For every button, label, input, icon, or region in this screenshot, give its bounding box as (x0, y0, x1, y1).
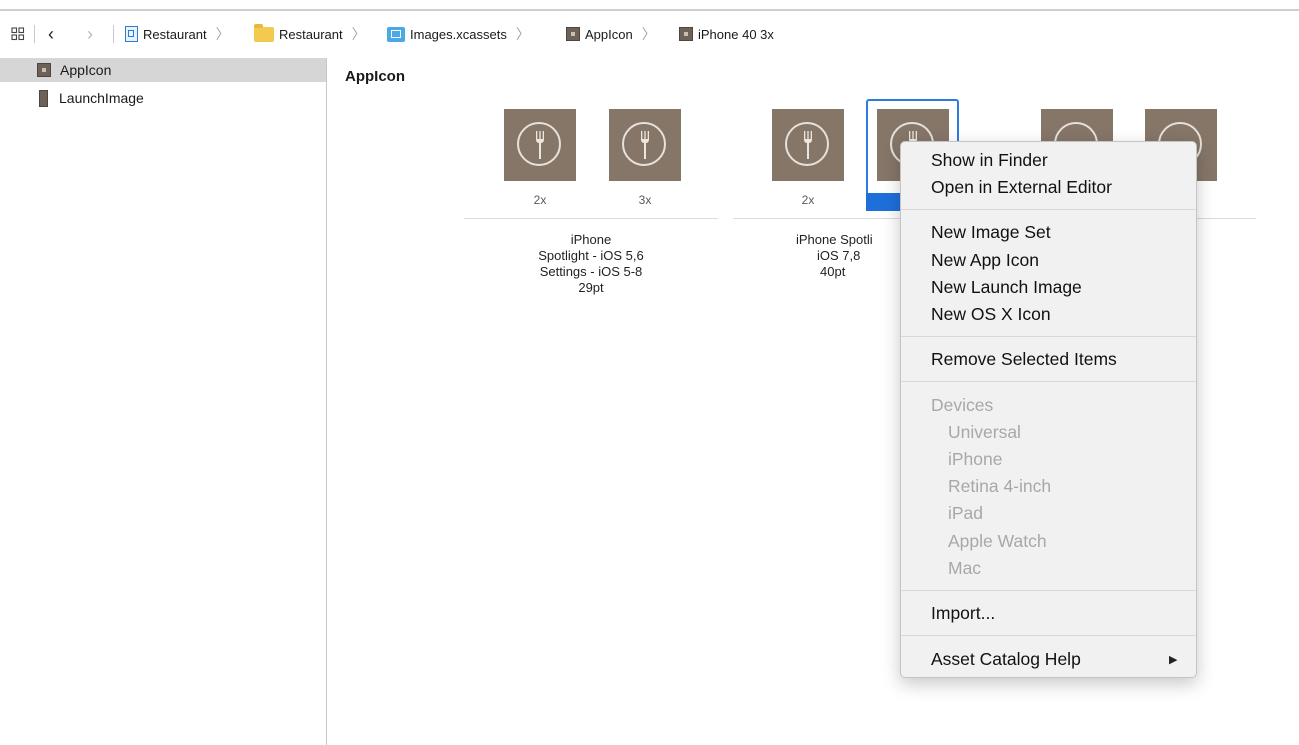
group-divider (464, 218, 718, 219)
back-arrow-icon[interactable]: ‹ (48, 21, 54, 47)
group-label-line: Settings - iOS 5-8 (539, 264, 643, 279)
chevron-right-icon: 〉 (351, 26, 366, 42)
menu-item-device-ipad: iPad (948, 503, 984, 523)
separator (34, 25, 35, 43)
menu-item-show-in-finder[interactable]: Show in Finder (931, 148, 1048, 172)
app-icon-set-icon (566, 27, 580, 41)
sidebar-item-label: AppIcon (60, 62, 112, 78)
sidebar-item-appicon[interactable]: AppIcon (0, 58, 326, 82)
group-divider (1197, 218, 1256, 219)
crumb-label: Restaurant (279, 26, 343, 42)
jump-bar: ‹ › Restaurant 〉 Restaurant 〉 Images.xca… (0, 21, 1299, 47)
menu-separator (901, 209, 1196, 210)
folder-icon (254, 23, 274, 42)
asset-title: AppIcon (345, 68, 405, 85)
scale-label: 2x (533, 193, 547, 207)
menu-item-new-osx-icon[interactable]: New OS X Icon (931, 302, 1051, 326)
crumb-label: AppIcon (585, 26, 633, 42)
context-menu: Show in Finder Open in External Editor N… (900, 141, 1197, 678)
group-label-line: Spotlight - iOS 5,6 (538, 248, 644, 263)
app-icon-set-icon (679, 27, 693, 41)
crumb-label: iPhone 40 3x (698, 26, 774, 42)
icon-slot-29pt-2x[interactable] (504, 109, 576, 181)
menu-item-device-retina-4inch: Retina 4-inch (948, 476, 1052, 496)
menu-item-asset-catalog-help[interactable]: Asset Catalog Help (931, 647, 1081, 671)
menu-item-new-launch-image[interactable]: New Launch Image (931, 275, 1082, 299)
menu-separator (901, 590, 1196, 591)
menu-separator (901, 381, 1196, 382)
crumb-iphone-40-3x[interactable]: iPhone 40 3x (679, 21, 774, 47)
top-divider (0, 9, 1299, 11)
asset-catalog-icon (387, 26, 405, 42)
menu-item-import[interactable]: Import... (931, 601, 995, 625)
related-items-grid-icon[interactable] (11, 21, 25, 47)
crumb-group[interactable]: Restaurant 〉 (254, 21, 366, 47)
fork-icon (804, 131, 812, 159)
app-icon-set-icon (37, 63, 51, 77)
menu-item-new-image-set[interactable]: New Image Set (931, 220, 1051, 244)
menu-item-open-external-editor[interactable]: Open in External Editor (931, 175, 1112, 199)
menu-header-devices: Devices (931, 395, 994, 415)
scale-label: 3x (638, 193, 652, 207)
menu-item-remove-selected[interactable]: Remove Selected Items (931, 347, 1117, 371)
crumb-project[interactable]: Restaurant 〉 (125, 21, 230, 47)
group-label-line: iPhone (570, 232, 612, 247)
fork-icon (536, 131, 544, 159)
crumb-label: Images.xcassets (410, 26, 507, 42)
menu-separator (901, 635, 1196, 636)
sidebar-item-launchimage[interactable]: LaunchImage (0, 86, 326, 110)
group-divider (733, 218, 903, 219)
scale-label: 2x (801, 193, 815, 207)
submenu-arrow-icon: ▶ (1169, 654, 1178, 666)
menu-item-device-mac: Mac (948, 558, 982, 578)
group-label-29pt: iPhone Spotlight - iOS 5,6 Settings - iO… (491, 232, 691, 296)
group-label-line: 29pt (578, 280, 604, 295)
menu-item-device-apple-watch: Apple Watch (948, 531, 1047, 551)
icon-slot-40pt-2x[interactable] (772, 109, 844, 181)
selected-slot-label-bg (866, 193, 900, 211)
project-icon (125, 26, 138, 42)
launch-image-icon (39, 89, 48, 107)
crumb-asset-catalog[interactable]: Images.xcassets 〉 (387, 21, 530, 47)
forward-arrow-icon[interactable]: › (87, 21, 93, 47)
menu-item-new-app-icon[interactable]: New App Icon (931, 248, 1039, 272)
asset-list-sidebar: AppIcon LaunchImage (0, 58, 327, 745)
crumb-label: Restaurant (143, 26, 207, 42)
menu-separator (901, 336, 1196, 337)
menu-item-device-universal: Universal (948, 422, 1021, 442)
icon-slot-29pt-3x[interactable] (609, 109, 681, 181)
fork-icon (641, 131, 649, 159)
separator (113, 25, 114, 43)
crumb-appicon[interactable]: AppIcon 〉 (566, 21, 656, 47)
chevron-right-icon: 〉 (641, 26, 656, 42)
sidebar-item-label: LaunchImage (59, 90, 144, 106)
chevron-right-icon: 〉 (215, 26, 230, 42)
chevron-right-icon: 〉 (515, 26, 530, 42)
menu-item-device-iphone: iPhone (948, 449, 1003, 469)
